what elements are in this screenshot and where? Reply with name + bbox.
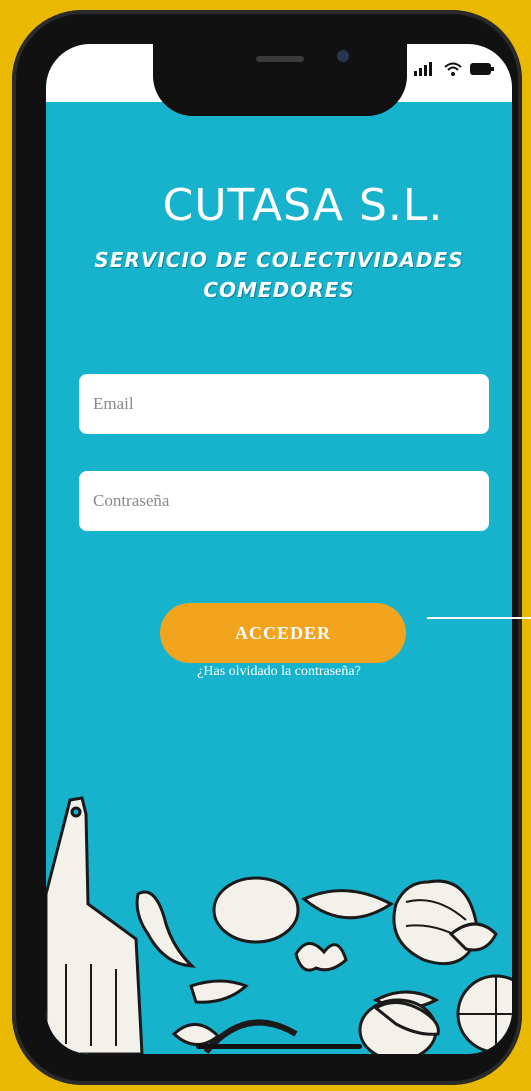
battery-icon — [470, 63, 494, 75]
forgot-password-link[interactable]: ¿Has olvidado la contraseña? — [46, 664, 512, 680]
notch — [153, 44, 407, 116]
app-title: CUTASA S.L. — [162, 180, 444, 231]
speaker — [256, 56, 304, 62]
email-input[interactable] — [79, 374, 489, 434]
password-input[interactable] — [79, 471, 489, 531]
signal-icon — [414, 62, 432, 76]
front-camera — [337, 50, 349, 62]
lemon-slice-icon — [456, 974, 512, 1054]
phone-frame: CUTASA S.L. SERVICIO DE COLECTIVIDADES C… — [12, 10, 522, 1085]
app-subtitle-line2: COMEDORES — [203, 278, 355, 302]
app-screen: CUTASA S.L. SERVICIO DE COLECTIVIDADES C… — [46, 44, 512, 1054]
login-button[interactable]: ACCEDER — [160, 603, 406, 663]
food-illustration — [46, 796, 512, 1054]
cutting-board-icon — [46, 796, 144, 1054]
wifi-icon — [444, 62, 462, 76]
status-icons — [414, 62, 494, 76]
onion-icon — [392, 879, 480, 966]
home-indicator — [196, 1044, 362, 1049]
app-subtitle-line1: SERVICIO DE COLECTIVIDADES — [94, 248, 464, 272]
pointer-line — [427, 617, 531, 619]
